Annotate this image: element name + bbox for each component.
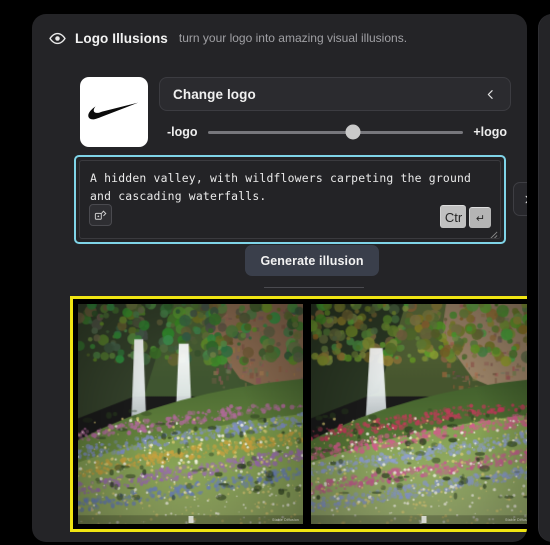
key-enter[interactable]: ↵ xyxy=(469,207,491,228)
chevron-right-icon xyxy=(525,195,527,203)
nike-swoosh-icon xyxy=(88,102,139,120)
results-gallery[interactable]: Stable Diffusion Stable Diffusion xyxy=(70,296,527,532)
app-root: Logo Illusions turn your logo into amazi… xyxy=(0,0,550,545)
next-button[interactable] xyxy=(513,182,527,216)
result-image-2[interactable] xyxy=(311,304,527,524)
illusion-result-2[interactable]: Stable Diffusion xyxy=(311,304,527,524)
result-image-1[interactable] xyxy=(78,304,303,524)
slider-track[interactable] xyxy=(207,130,464,134)
image-watermark-1: Stable Diffusion xyxy=(272,518,299,522)
prompt-textarea[interactable]: A hidden valley, with wildflowers carpet… xyxy=(74,155,506,244)
logo-controls: Change logo -logo +logo xyxy=(159,77,511,147)
illusion-result-1[interactable]: Stable Diffusion xyxy=(78,304,303,524)
image-watermark-2: Stable Diffusion xyxy=(505,518,527,522)
app-title: Logo Illusions xyxy=(75,30,168,46)
slider-thumb[interactable] xyxy=(345,124,361,140)
prompt-textarea-inner[interactable]: A hidden valley, with wildflowers carpet… xyxy=(79,160,501,239)
image-center-mark-1 xyxy=(188,516,193,523)
image-center-mark-2 xyxy=(421,516,426,523)
eye-icon xyxy=(49,30,66,47)
change-logo-button[interactable]: Change logo xyxy=(159,77,511,111)
prompt-text[interactable]: A hidden valley, with wildflowers carpet… xyxy=(90,169,494,205)
chevron-left-icon[interactable] xyxy=(484,88,497,101)
logo-preview[interactable] xyxy=(80,77,148,147)
resize-grip-icon[interactable] xyxy=(489,227,498,238)
app-tagline: turn your logo into amazing visual illus… xyxy=(178,31,408,45)
card-header: Logo Illusions turn your logo into amazi… xyxy=(32,14,527,62)
logo-section: Change logo -logo +logo xyxy=(49,77,511,147)
change-logo-label: Change logo xyxy=(173,86,256,102)
logo-illusions-card: Logo Illusions turn your logo into amazi… xyxy=(32,14,527,542)
key-ctrl[interactable]: Ctr xyxy=(440,205,466,228)
adjacent-panel[interactable] xyxy=(538,14,550,542)
logo-strength-slider[interactable]: -logo +logo xyxy=(167,119,507,145)
section-divider xyxy=(264,287,364,288)
generate-illusion-label: Generate illusion xyxy=(260,253,364,268)
submit-shortcut-keys[interactable]: Ctr ↵ xyxy=(440,205,491,228)
slider-track-wrapper[interactable] xyxy=(207,123,464,141)
slider-min-label: -logo xyxy=(167,125,198,139)
generate-illusion-button[interactable]: Generate illusion xyxy=(245,245,379,276)
slider-max-label: +logo xyxy=(473,125,507,139)
dice-icon[interactable] xyxy=(89,204,112,226)
